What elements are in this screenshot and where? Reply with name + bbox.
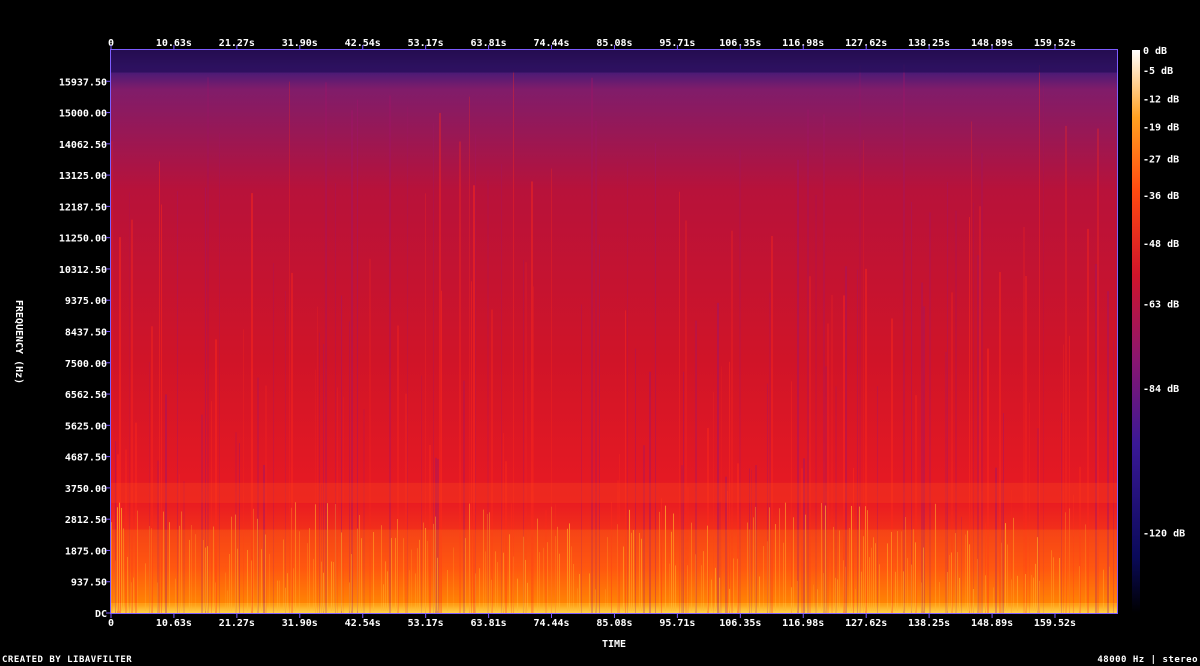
x-tick-label: 106.35s	[719, 618, 761, 629]
colorbar-labels: 0 dB -5 dB -12 dB -19 dB -27 dB -36 dB -48 dB -…	[1143, 46, 1185, 540]
spectrogram-background	[111, 50, 1117, 613]
y-tick-label: 937.50	[71, 578, 107, 589]
colorbar-label: -36 dB	[1143, 191, 1179, 202]
x-tick-label: 10.63s	[156, 618, 192, 629]
y-tick-label: 13125.00	[59, 171, 107, 182]
x-axis-top: 0 10.63s 21.27s 31.90s 42.54s 53.17s 63.81s 74.…	[108, 38, 1076, 49]
y-tick-label: 8437.50	[65, 328, 107, 339]
y-tick-label: 12187.50	[59, 202, 107, 213]
y-tick-label: 6562.50	[65, 390, 107, 401]
energy-band	[111, 482, 1117, 503]
x-tick-label: 116.98s	[782, 618, 824, 629]
y-tick-label: 3750.00	[65, 484, 107, 495]
y-tick-label: 9375.00	[65, 296, 107, 307]
colorbar-label: -12 dB	[1143, 94, 1179, 105]
credit-text: CREATED BY LIBAVFILTER	[2, 655, 133, 665]
y-tick-label: 15000.00	[59, 109, 107, 120]
x-tick-label: 95.71s	[659, 618, 695, 629]
x-tick-label: 53.17s	[408, 618, 444, 629]
x-tick-label: 31.90s	[282, 618, 318, 629]
energy-band	[111, 50, 1117, 73]
x-tick-label: 21.27s	[219, 618, 255, 629]
y-tick-label: 5625.00	[65, 421, 107, 432]
y-tick-label: 11250.00	[59, 234, 107, 245]
colorbar-label: -27 dB	[1143, 155, 1179, 166]
spectrogram-chart: 0 10.63s 21.27s 31.90s 42.54s 53.17s 63.81s 74.…	[13, 38, 1185, 650]
y-tick-label: 10312.50	[59, 265, 107, 276]
y-tick-label: 7500.00	[65, 359, 107, 370]
sample-rate-info: 48000 Hz | stereo	[1097, 655, 1198, 665]
x-tick-label: 148.89s	[971, 618, 1013, 629]
energy-band	[111, 529, 1117, 603]
colorbar	[1132, 50, 1140, 613]
colorbar-label: -84 dB	[1143, 384, 1179, 395]
colorbar-label: -120 dB	[1143, 529, 1185, 540]
y-axis-title: FREQUENCY (Hz)	[13, 300, 24, 384]
y-axis: DC 937.50 1875.00 2812.50 3750.00 4687.50 5625…	[59, 77, 110, 620]
y-tick-label: 1875.00	[65, 546, 107, 557]
x-tick-label: 42.54s	[345, 618, 381, 629]
x-tick-label: 0	[108, 618, 114, 629]
x-tick-label: 159.52s	[1034, 618, 1076, 629]
colorbar-label: 0 dB	[1143, 46, 1167, 57]
y-tick-label: DC	[95, 609, 107, 620]
y-tick-label: 15937.50	[59, 77, 107, 88]
y-tick-label: 14062.50	[59, 140, 107, 151]
x-axis-title: TIME	[602, 639, 626, 650]
x-tick-label: 127.62s	[845, 618, 887, 629]
x-axis-bottom: 0 10.63s 21.27s 31.90s 42.54s 53.17s 63.81s 74.…	[108, 614, 1076, 629]
x-tick-label: 63.81s	[471, 618, 507, 629]
x-tick-label: 85.08s	[596, 618, 632, 629]
colorbar-label: -5 dB	[1143, 66, 1173, 77]
energy-band	[111, 602, 1117, 613]
colorbar-label: -63 dB	[1143, 299, 1179, 310]
x-tick-label: 138.25s	[908, 618, 950, 629]
colorbar-label: -48 dB	[1143, 239, 1179, 250]
colorbar-label: -19 dB	[1143, 122, 1179, 133]
y-tick-label: 4687.50	[65, 453, 107, 464]
x-tick-label: 74.44s	[533, 618, 569, 629]
y-tick-label: 2812.50	[65, 515, 107, 526]
